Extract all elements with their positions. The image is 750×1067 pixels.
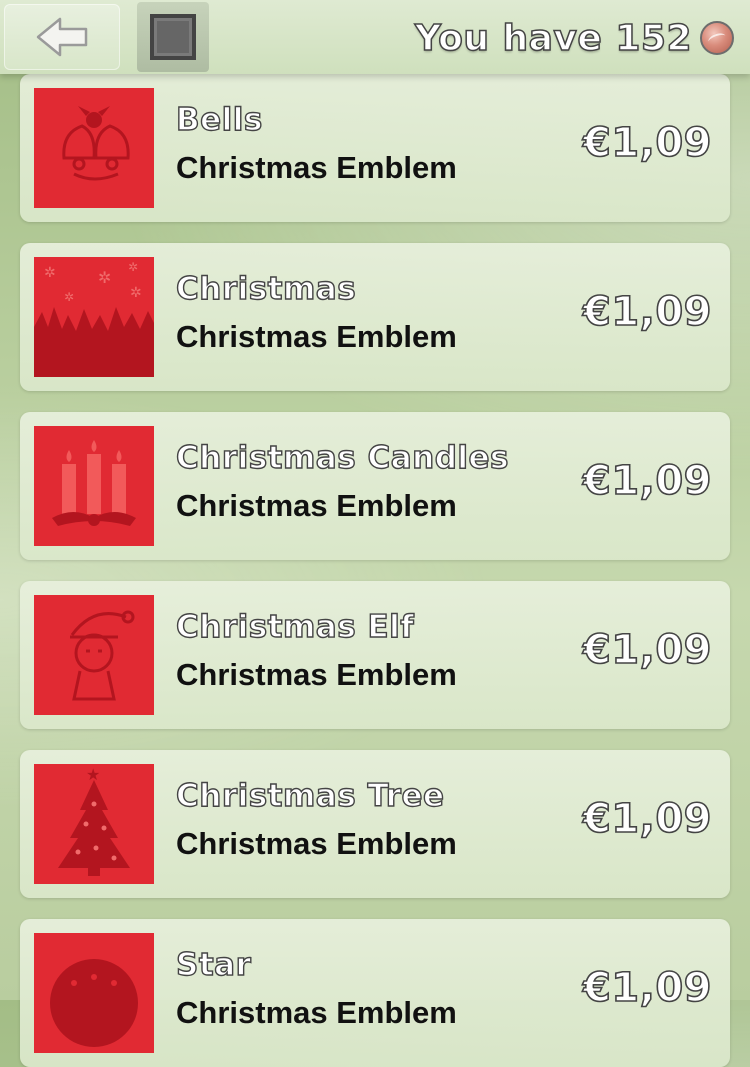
candles-icon [34, 426, 154, 546]
item-name: Star [175, 946, 252, 983]
item-name: Christmas Candles [175, 439, 510, 476]
svg-text:★: ★ [86, 765, 100, 784]
list-item[interactable]: Bells Christmas Emblem €1,09 [20, 74, 730, 222]
list-item[interactable]: ✲ ✲ ✲ ✲ ✲ Christmas Christmas Emblem €1,… [20, 243, 730, 391]
elf-icon [34, 595, 154, 715]
balance: You have 152 [414, 12, 734, 64]
svg-text:✲: ✲ [64, 290, 74, 304]
item-category: Christmas Emblem [176, 826, 457, 861]
item-name: Bells [175, 101, 263, 138]
svg-text:✲: ✲ [44, 265, 56, 281]
item-name: Christmas Tree [175, 777, 445, 814]
item-price-button[interactable]: €1,09 [582, 288, 712, 336]
stop-button[interactable] [137, 2, 209, 72]
back-arrow-icon [36, 17, 88, 57]
balance-text: You have 152 [414, 17, 692, 60]
list-item[interactable]: Star Christmas Emblem €1,09 [20, 919, 730, 1067]
item-price-button[interactable]: €1,09 [582, 795, 712, 843]
bells-icon [34, 88, 154, 208]
svg-text:✲: ✲ [98, 268, 111, 287]
tree-icon: ★ [34, 764, 154, 884]
item-name: Christmas Elf [175, 608, 415, 645]
list-item[interactable]: ★ Christmas Tree Christmas Emblem €1,09 [20, 750, 730, 898]
list-item[interactable]: Christmas Candles Christmas Emblem €1,09 [20, 412, 730, 560]
item-name: Christmas [175, 270, 357, 307]
item-category: Christmas Emblem [176, 150, 457, 185]
christmas-forest-icon: ✲ ✲ ✲ ✲ ✲ [34, 257, 154, 377]
item-category: Christmas Emblem [176, 319, 457, 354]
item-category: Christmas Emblem [176, 995, 457, 1030]
item-price-button[interactable]: €1,09 [582, 457, 712, 505]
stop-square-icon [150, 14, 196, 60]
item-price-button[interactable]: €1,09 [582, 964, 712, 1012]
svg-text:✲: ✲ [128, 260, 138, 274]
list-item[interactable]: Christmas Elf Christmas Emblem €1,09 [20, 581, 730, 729]
item-price-button[interactable]: €1,09 [582, 626, 712, 674]
star-icon [34, 933, 154, 1053]
item-category: Christmas Emblem [176, 488, 457, 523]
top-bar: You have 152 [0, 0, 750, 74]
coin-icon [700, 21, 734, 55]
back-button[interactable] [4, 4, 120, 70]
svg-text:✲: ✲ [130, 285, 142, 301]
item-category: Christmas Emblem [176, 657, 457, 692]
item-price-button[interactable]: €1,09 [582, 119, 712, 167]
